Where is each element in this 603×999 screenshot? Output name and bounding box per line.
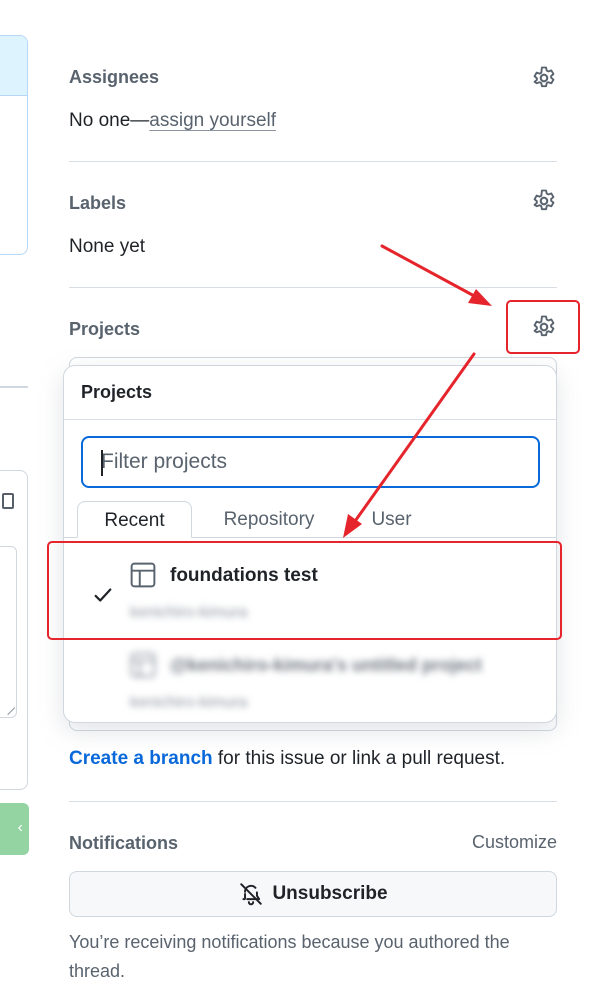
dropdown-title: Projects (81, 382, 153, 402)
arrow-to-gear (380, 244, 480, 300)
assignees-prefix: No one— (69, 110, 150, 131)
notifications-title: Notifications (69, 833, 179, 853)
labels-gear-icon[interactable] (530, 187, 558, 215)
unsubscribe-button[interactable]: Unsubscribe (69, 871, 557, 917)
submit-button-glyph: ‹ (17, 819, 23, 836)
comment-submit-button[interactable]: ‹ (0, 803, 29, 855)
unsubscribe-label: Unsubscribe (272, 883, 388, 904)
tab-repository[interactable]: Repository (204, 501, 334, 538)
bell-slash-icon (240, 883, 263, 906)
labels-value: None yet (69, 236, 146, 257)
tab-user[interactable]: User (354, 501, 429, 538)
sidebar-divider (69, 161, 557, 162)
comment-card-fragment (0, 35, 28, 255)
assignees-value: No one—assign yourself (69, 110, 276, 132)
filter-projects-input[interactable] (81, 436, 540, 488)
text-caret (101, 450, 103, 476)
dropdown-header-divider (64, 419, 556, 420)
project-owner: kenichiro-kimura (130, 694, 248, 711)
development-text: Create a branch for this issue or link a… (69, 748, 505, 770)
comment-textarea[interactable] (0, 546, 17, 718)
tab-recent[interactable]: Recent (77, 501, 192, 538)
assign-yourself-link[interactable]: assign yourself (149, 110, 276, 131)
project-annotation-box (47, 541, 562, 640)
project-name: @kenichiro-kimura's untitled project (170, 655, 482, 675)
assignees-gear-icon[interactable] (530, 64, 558, 92)
development-suffix: for this issue or link a pull request. (212, 748, 506, 769)
editor-toolbar-icon[interactable] (2, 493, 14, 509)
project-item[interactable]: @kenichiro-kimura's untitled project ken… (64, 638, 556, 722)
timeline-divider (0, 386, 28, 388)
notification-notice: You’re receiving notifications because y… (69, 932, 510, 981)
sidebar-divider (69, 801, 557, 802)
comment-card-header (0, 36, 27, 96)
gear-annotation-box (506, 300, 580, 354)
create-branch-link[interactable]: Create a branch (69, 748, 213, 769)
assignees-title: Assignees (69, 67, 160, 87)
arrow-head-icon (468, 289, 492, 306)
customize-link[interactable]: Customize (472, 832, 557, 853)
sidebar-divider (69, 287, 557, 288)
labels-title: Labels (69, 193, 127, 213)
projects-title: Projects (69, 319, 141, 339)
comment-editor-fragment[interactable] (0, 470, 28, 790)
table-icon (130, 652, 156, 678)
